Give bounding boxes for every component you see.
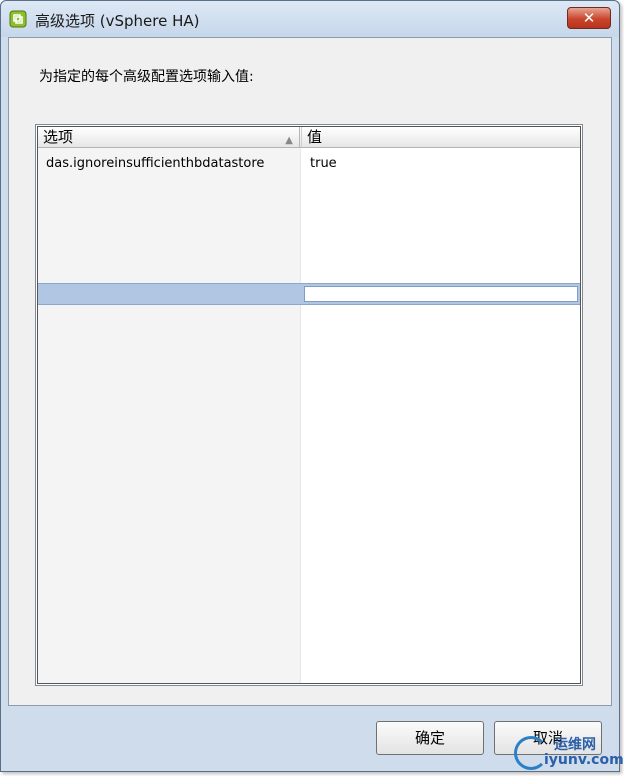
new-option-name-cell[interactable] <box>38 284 300 306</box>
column-header-value[interactable]: 值 <box>301 127 580 147</box>
option-name-cell[interactable]: das.ignoreinsufficienthbdatastore <box>38 153 300 175</box>
watermark-site-name: 运维网 <box>554 737 596 753</box>
option-value-cell[interactable]: true <box>301 153 580 175</box>
options-grid: 选项 ▲ 值 das.ignoreinsufficienthbdatastore… <box>35 124 583 686</box>
new-option-value-input[interactable] <box>304 286 578 302</box>
table-row[interactable]: das.ignoreinsufficienthbdatastore true <box>38 153 580 175</box>
title-bar[interactable]: 高级选项 (vSphere HA) ✕ <box>1 1 619 37</box>
close-icon: ✕ <box>582 9 596 27</box>
close-button[interactable]: ✕ <box>567 7 611 29</box>
new-entry-row[interactable] <box>38 283 580 305</box>
column-header-option[interactable]: 选项 ▲ <box>38 127 300 147</box>
advanced-options-dialog: 高级选项 (vSphere HA) ✕ 为指定的每个高级配置选项输入值: 选项 … <box>0 0 620 772</box>
watermark: 运维网 iyunv.com <box>514 732 624 774</box>
column-divider <box>300 148 301 683</box>
sort-ascending-icon: ▲ <box>285 135 293 146</box>
window-title: 高级选项 (vSphere HA) <box>35 12 200 30</box>
option-column-background <box>38 148 300 683</box>
instruction-label: 为指定的每个高级配置选项输入值: <box>39 69 254 85</box>
column-header-option-label: 选项 <box>43 128 74 146</box>
watermark-url: iyunv.com <box>544 752 624 768</box>
column-header-value-label: 值 <box>307 128 323 146</box>
dialog-body: 为指定的每个高级配置选项输入值: 选项 ▲ 值 das.ignoreinsuff… <box>8 37 612 706</box>
watermark-logo-icon <box>514 736 548 770</box>
vsphere-app-icon <box>9 10 27 28</box>
ok-button[interactable]: 确定 <box>376 721 484 755</box>
options-grid-inner: 选项 ▲ 值 das.ignoreinsufficienthbdatastore… <box>37 126 581 684</box>
grid-header: 选项 ▲ 值 <box>38 127 580 148</box>
